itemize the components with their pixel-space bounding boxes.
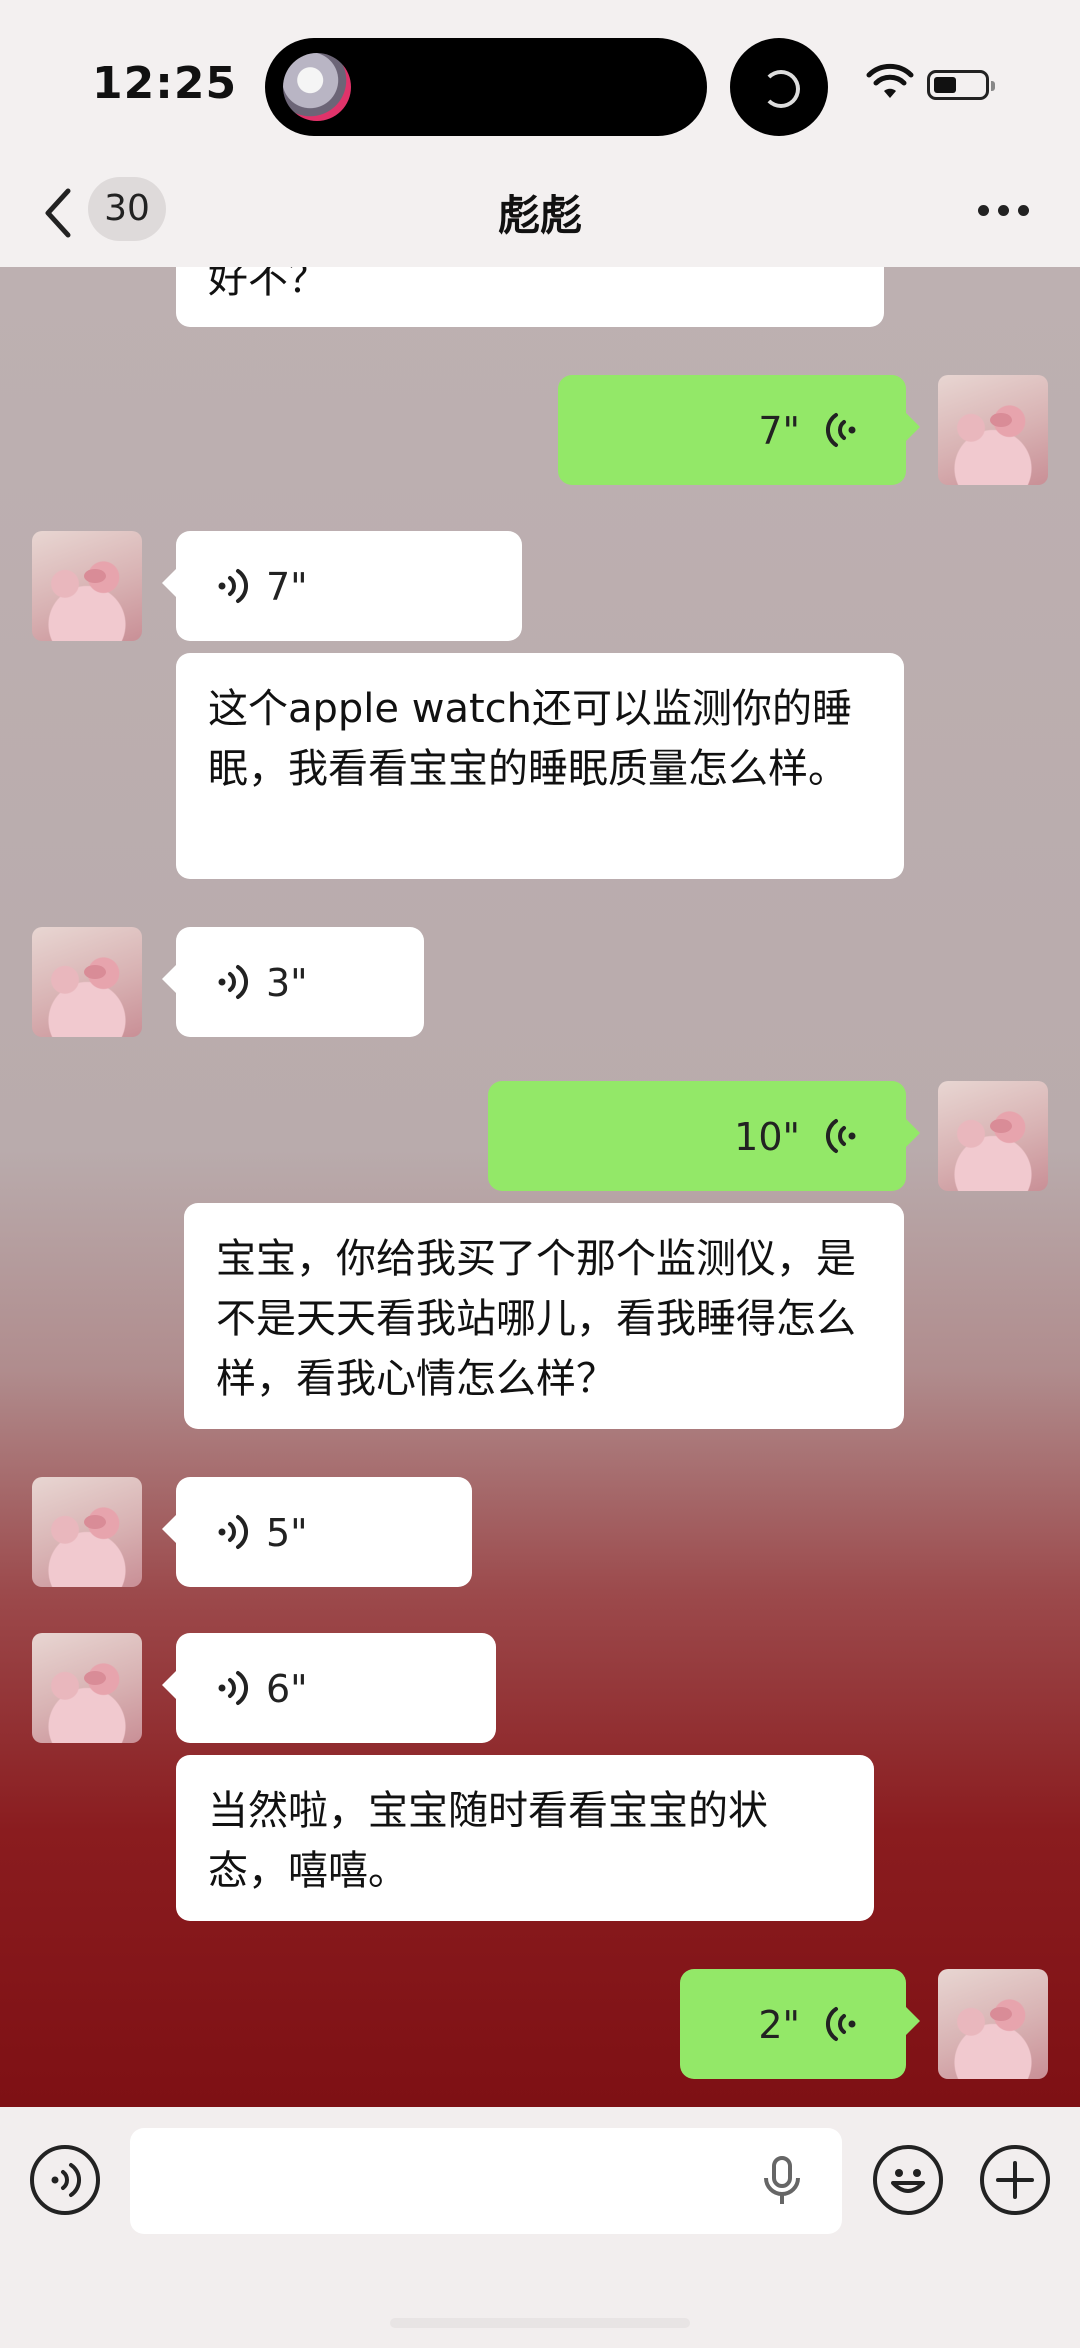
home-indicator (390, 2318, 690, 2328)
voice-transcription-outgoing[interactable]: 宝宝，你给我买了个那个监测仪，是不是天天看我站哪儿，看我睡得怎么样，看我心情怎么… (184, 1203, 904, 1429)
message-bubble-incoming[interactable]: 当然啦，宝宝随时看看宝宝的状态，嘻嘻。 (176, 1755, 874, 1921)
voice-wave-icon (218, 965, 248, 999)
message-input[interactable] (130, 2128, 842, 2234)
voice-duration: 5" (266, 1511, 308, 1555)
voice-message-outgoing[interactable]: 2" (680, 1969, 920, 2079)
contact-avatar[interactable] (32, 531, 142, 641)
status-time: 12:25 (92, 58, 238, 109)
dynamic-island (265, 38, 707, 136)
voice-wave-icon (826, 1119, 856, 1153)
island-activity-icon (730, 38, 828, 136)
mic-icon[interactable] (762, 2156, 802, 2206)
voice-wave-icon (826, 413, 856, 447)
voice-duration: 7" (266, 565, 308, 609)
voice-wave-icon (218, 569, 248, 603)
back-icon[interactable] (40, 185, 76, 241)
message-bubble-incoming[interactable]: 这个apple watch还可以监测你的睡眠，我看看宝宝的睡眠质量怎么样。 (176, 653, 904, 879)
chat-title: 彪彪 (497, 191, 582, 240)
voice-message-incoming[interactable]: 6" (162, 1633, 496, 1743)
emoji-icon[interactable] (873, 2145, 943, 2215)
voice-message-outgoing[interactable]: 10" (488, 1081, 920, 1191)
contact-avatar[interactable] (32, 1633, 142, 1743)
contact-avatar[interactable] (32, 1477, 142, 1587)
voice-duration: 2" (758, 2003, 800, 2047)
voice-input-icon[interactable] (30, 2145, 100, 2215)
island-avatar (283, 53, 351, 121)
wifi-icon (866, 63, 914, 98)
voice-wave-icon (826, 2007, 856, 2041)
my-avatar[interactable] (938, 1081, 1048, 1191)
voice-duration: 6" (266, 1667, 308, 1711)
more-icon[interactable] (978, 205, 1030, 219)
chat-area: 好不？ 7" 7" 这个apple watch还可以监测你的睡眠，我看看宝宝的睡… (0, 267, 1080, 2107)
battery-icon (927, 70, 995, 100)
voice-wave-icon (218, 1671, 248, 1705)
voice-message-incoming[interactable]: 3" (162, 927, 424, 1037)
voice-message-incoming[interactable]: 5" (162, 1477, 472, 1587)
message-text: 宝宝，你给我买了个那个监测仪，是不是天天看我站哪儿，看我睡得怎么样，看我心情怎么… (216, 1236, 856, 1402)
voice-wave-icon (218, 1515, 248, 1549)
voice-message-incoming[interactable]: 7" (162, 531, 522, 641)
plus-icon[interactable] (980, 2145, 1050, 2215)
voice-duration: 7" (758, 409, 800, 453)
my-avatar[interactable] (938, 375, 1048, 485)
message-bubble-incoming[interactable]: 好不？ (176, 267, 884, 327)
my-avatar[interactable] (938, 1969, 1048, 2079)
message-text: 好不？ (208, 267, 328, 302)
message-text: 当然啦，宝宝随时看看宝宝的状态，嘻嘻。 (208, 1788, 768, 1894)
message-text: 这个apple watch还可以监测你的睡眠，我看看宝宝的睡眠质量怎么样。 (208, 686, 852, 792)
voice-duration: 10" (734, 1115, 800, 1159)
voice-duration: 3" (266, 961, 308, 1005)
unread-count-badge[interactable]: 30 (88, 177, 166, 241)
voice-message-outgoing[interactable]: 7" (558, 375, 920, 485)
contact-avatar[interactable] (32, 927, 142, 1037)
